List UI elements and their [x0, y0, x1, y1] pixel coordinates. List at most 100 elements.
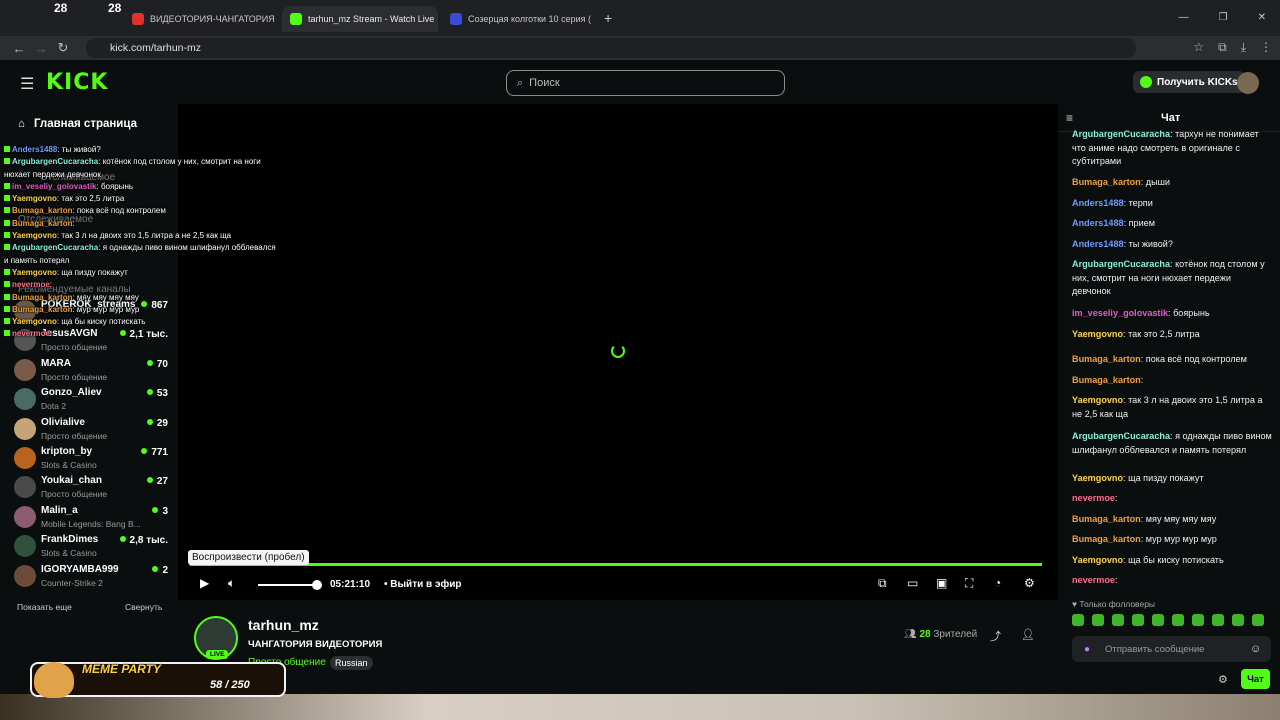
chat-user[interactable]: Anders1488	[1072, 198, 1124, 208]
channel-name[interactable]: tarhun_mz	[248, 617, 319, 633]
clip-icon[interactable]: ◔	[994, 576, 1001, 590]
sidebar-channel[interactable]: kripton_by Slots & Casino 771	[14, 445, 174, 473]
language-tag[interactable]: Russian	[330, 656, 373, 670]
chat-user[interactable]: Yaemgovno	[1072, 329, 1123, 339]
overlay-chat-line: nevermoe:	[4, 328, 279, 340]
chat-user[interactable]: Yaemgovno	[1072, 473, 1123, 483]
chat-text: :	[1140, 375, 1144, 385]
bookmark-icon[interactable]: ☆	[1193, 40, 1204, 55]
chat-settings-icon[interactable]: ⚙	[1218, 673, 1228, 686]
chat-user[interactable]: Bumaga_karton	[1072, 177, 1141, 187]
window-controls[interactable]: — ❐ ✕	[1179, 12, 1266, 23]
chat-user[interactable]: Bumaga_karton	[1072, 534, 1141, 544]
miniplayer-icon[interactable]: ▣	[936, 576, 947, 590]
chat-user[interactable]: Yaemgovno	[1072, 395, 1123, 405]
emote-icon[interactable]	[1212, 614, 1224, 626]
chat-user[interactable]: Anders1488	[1072, 218, 1124, 228]
viewer-label: Зрителей	[933, 629, 978, 640]
progress-bar[interactable]	[190, 563, 1042, 566]
menu-icon[interactable]: ⋮	[1260, 40, 1272, 55]
chat-user[interactable]: Yaemgovno	[1072, 555, 1123, 565]
tab-videotoria[interactable]: ВИДЕОТОРИЯ-ЧАНГАТОРИЯ✕	[124, 6, 280, 32]
sidebar-channel[interactable]: Gonzo_Aliev Dota 2 53	[14, 386, 174, 414]
follow-icon[interactable]: 👤︎	[1021, 628, 1035, 641]
desktop-background	[0, 694, 1280, 720]
collapse-link[interactable]: Свернуть	[125, 602, 162, 612]
emote-icon[interactable]	[1132, 614, 1144, 626]
close-window-icon[interactable]: ✕	[1258, 12, 1266, 23]
emoji-icon[interactable]: ☺	[1250, 643, 1261, 655]
emote-icon[interactable]	[1252, 614, 1264, 626]
sidebar-channel[interactable]: MARA Просто общение 70	[14, 357, 174, 385]
share-icon[interactable]: ⤴	[990, 628, 1001, 644]
chat-user[interactable]: ArgubargenCucaracha	[1072, 431, 1170, 441]
close-icon[interactable]: ✕	[591, 14, 598, 25]
tab-label: tarhun_mz Stream - Watch Live	[308, 14, 435, 24]
overlay-text: : так это 2,5 литра	[56, 194, 125, 204]
overlay-user: Yaemgovno	[12, 231, 57, 241]
sidebar-channel[interactable]: IGORYAMBA999 Counter-Strike 2 2	[14, 563, 174, 591]
play-icon[interactable]: ▶	[200, 576, 209, 590]
chat-user[interactable]: Anders1488	[1072, 239, 1124, 249]
sidebar-channel[interactable]: Youkai_chan Просто общение 27	[14, 474, 174, 502]
tab-counter-2: 28	[108, 1, 122, 15]
sidebar-channel[interactable]: FrankDimes Slots & Casino 2,8 тыс.	[14, 533, 174, 561]
extensions-icon[interactable]: ⧉	[1218, 40, 1227, 55]
emote-icon[interactable]	[1192, 614, 1204, 626]
show-more-link[interactable]: Показать еще	[17, 602, 72, 612]
volume-icon[interactable]: 🔈︎	[228, 576, 235, 591]
chat-user[interactable]: nevermoe	[1072, 575, 1115, 585]
mic-icon[interactable]: ●	[1084, 644, 1090, 655]
chat-user[interactable]: ArgubargenCucaracha	[1072, 129, 1170, 139]
emote-icon[interactable]	[1152, 614, 1164, 626]
kick-logo[interactable]: KICK	[46, 70, 108, 95]
chat-user[interactable]: im_veseliy_golovastik	[1072, 308, 1168, 318]
chat-user[interactable]: nevermoe	[1072, 493, 1115, 503]
sidebar-channel[interactable]: Olivialive Просто общение 29	[14, 416, 174, 444]
tab-kick[interactable]: tarhun_mz Stream - Watch Live✕	[282, 6, 438, 32]
send-chat-button[interactable]: Чат	[1241, 669, 1270, 689]
sidebar-item-home[interactable]: ⌂ Главная страница	[18, 118, 137, 130]
new-tab-button[interactable]: +	[604, 10, 612, 26]
back-icon[interactable]: ←	[8, 41, 30, 56]
reload-icon[interactable]: ↻	[52, 40, 74, 56]
overlay-text: :	[49, 329, 53, 339]
collapse-chat-icon[interactable]: ≡	[1066, 111, 1073, 125]
chat-user[interactable]: Bumaga_karton	[1072, 354, 1141, 364]
video-player[interactable]: Воспроизвести (пробел) ▶ 🔈︎ 05:21:10 • В…	[178, 104, 1058, 600]
minimize-icon[interactable]: —	[1179, 12, 1189, 23]
emote-icon[interactable]	[1172, 614, 1184, 626]
overlay-text: : так 3 л на двоих это 1,5 литра а не 2,…	[56, 231, 232, 241]
emote-icon[interactable]	[1232, 614, 1244, 626]
fullscreen-icon[interactable]: ⛶	[965, 576, 973, 591]
search-input[interactable]: ⌕ Поиск	[506, 70, 785, 96]
channel-category: Counter-Strike 2	[41, 577, 103, 588]
close-icon[interactable]: ✕	[275, 14, 280, 25]
settings-icon[interactable]: ⚙	[1024, 576, 1035, 590]
url-field[interactable]: kick.com/tarhun-mz	[86, 38, 1136, 58]
volume-knob[interactable]	[312, 580, 322, 590]
emote-icon[interactable]	[1112, 614, 1124, 626]
get-kicks-button[interactable]: Получить KICKs	[1133, 71, 1245, 93]
channel-name: IGORYAMBA999	[41, 563, 119, 575]
sidebar-channel[interactable]: Malin_a Mobile Legends: Bang B... 3	[14, 504, 174, 532]
download-icon[interactable]: ⤓	[1241, 40, 1246, 55]
emote-icon[interactable]	[1092, 614, 1104, 626]
chat-user[interactable]: Bumaga_karton	[1072, 375, 1141, 385]
site-icon	[450, 13, 462, 25]
chat-user[interactable]: ArgubargenCucaracha	[1072, 259, 1170, 269]
hamburger-icon[interactable]: ☰	[20, 74, 34, 94]
volume-slider[interactable]	[258, 584, 318, 586]
chat-message: im_veseliy_golovastik: боярынь	[1072, 307, 1272, 321]
tab-anime[interactable]: Созерцая колготки 10 серия (✕	[442, 6, 598, 32]
chat-message-input[interactable]: Отправить сообщение	[1072, 636, 1271, 662]
maximize-icon[interactable]: ❐	[1219, 12, 1228, 23]
go-live-button[interactable]: • Выйти в эфир	[384, 579, 461, 590]
forward-icon[interactable]: →	[30, 41, 52, 56]
pip-icon[interactable]: ⧉	[878, 576, 887, 591]
emote-icon[interactable]	[1072, 614, 1084, 626]
theater-icon[interactable]: ▭	[907, 576, 918, 590]
close-icon[interactable]: ✕	[434, 14, 438, 25]
user-avatar[interactable]	[1237, 72, 1259, 94]
chat-user[interactable]: Bumaga_karton	[1072, 514, 1141, 524]
